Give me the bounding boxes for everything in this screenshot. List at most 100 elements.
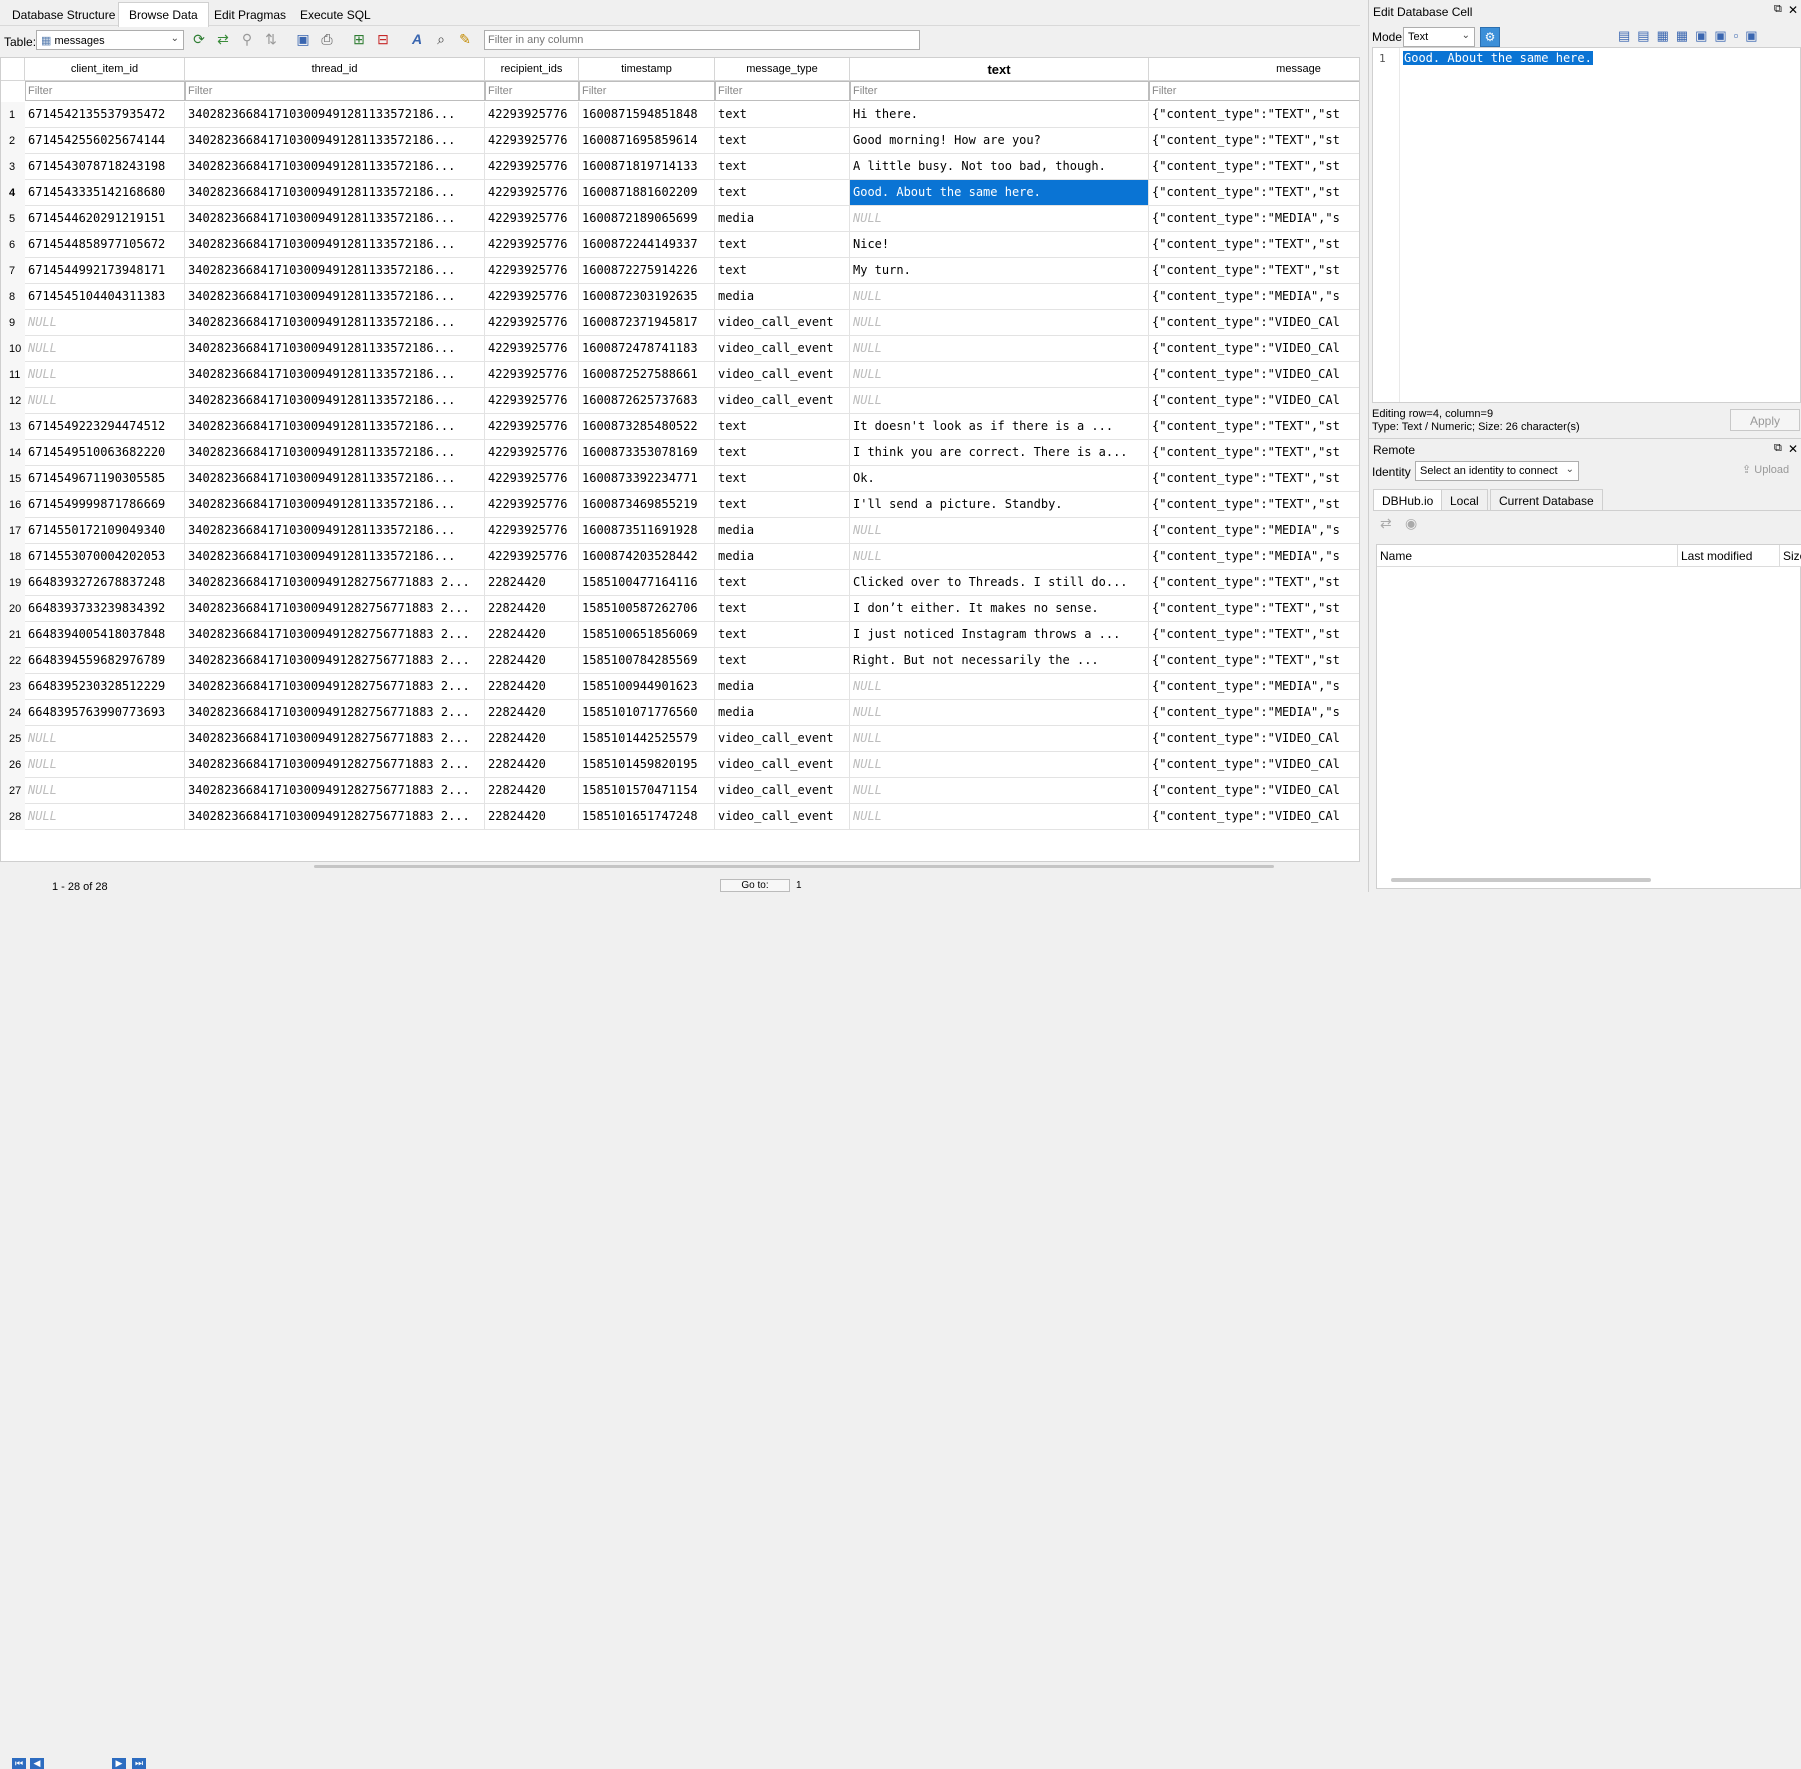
table-cell[interactable]: Clicked over to Threads. I still do...: [850, 570, 1149, 596]
table-cell[interactable]: 42293925776: [485, 232, 579, 258]
table-cell[interactable]: {"content_type":"MEDIA","s: [1149, 674, 1359, 700]
close-icon[interactable]: ✕: [1788, 3, 1798, 17]
table-cell[interactable]: 1585100651856069: [579, 622, 715, 648]
table-cell[interactable]: text: [715, 466, 850, 492]
table-cell[interactable]: I think you are correct. There is a...: [850, 440, 1149, 466]
previous-record-icon[interactable]: ◀: [30, 1758, 44, 1769]
column-header-message[interactable]: message: [1149, 58, 1359, 81]
row-number[interactable]: 23: [1, 674, 25, 700]
table-cell[interactable]: 1585101071776560: [579, 700, 715, 726]
table-cell[interactable]: 6714550172109049340: [25, 518, 185, 544]
delete-record-icon[interactable]: ⊟: [374, 30, 392, 48]
row-number[interactable]: 6: [1, 232, 25, 258]
table-cell[interactable]: 42293925776: [485, 206, 579, 232]
table-cell[interactable]: 6714549671190305585: [25, 466, 185, 492]
row-number[interactable]: 4: [1, 180, 25, 206]
table-cell[interactable]: 6714544858977105672: [25, 232, 185, 258]
table-cell[interactable]: text: [715, 492, 850, 518]
row-number[interactable]: 8: [1, 284, 25, 310]
row-number[interactable]: 22: [1, 648, 25, 674]
table-cell[interactable]: 22824420: [485, 700, 579, 726]
row-number[interactable]: 20: [1, 596, 25, 622]
row-number[interactable]: 13: [1, 414, 25, 440]
row-number[interactable]: 19: [1, 570, 25, 596]
filter-message[interactable]: Filter: [1149, 81, 1359, 101]
table-cell[interactable]: 1585101570471154: [579, 778, 715, 804]
column-header-client-item-id[interactable]: client_item_id: [25, 58, 185, 81]
table-cell[interactable]: Good. About the same here.: [850, 180, 1149, 206]
table-cell[interactable]: 22824420: [485, 648, 579, 674]
table-cell[interactable]: 42293925776: [485, 336, 579, 362]
table-cell[interactable]: video_call_event: [715, 336, 850, 362]
table-cell[interactable]: 3402823668417103009491281133572186...: [185, 258, 485, 284]
table-select[interactable]: ▦ messages ⌄: [36, 30, 184, 50]
column-header-last-modified[interactable]: Last modified: [1678, 545, 1780, 567]
table-cell[interactable]: {"content_type":"MEDIA","s: [1149, 206, 1359, 232]
table-cell[interactable]: 1585100477164116: [579, 570, 715, 596]
table-cell[interactable]: 42293925776: [485, 102, 579, 128]
table-cell[interactable]: 3402823668417103009491281133572186...: [185, 154, 485, 180]
table-cell[interactable]: 6648395230328512229: [25, 674, 185, 700]
table-cell[interactable]: 1585101651747248: [579, 804, 715, 830]
row-number[interactable]: 1: [1, 102, 25, 128]
identity-select[interactable]: Select an identity to connect ⌄: [1415, 461, 1579, 481]
table-cell[interactable]: 42293925776: [485, 180, 579, 206]
table-cell[interactable]: text: [715, 180, 850, 206]
table-cell[interactable]: {"content_type":"TEXT","st: [1149, 492, 1359, 518]
close-icon[interactable]: ✕: [1788, 442, 1798, 456]
tab-local[interactable]: Local: [1441, 489, 1488, 511]
table-cell[interactable]: text: [715, 128, 850, 154]
grid-horizontal-scrollbar[interactable]: [0, 862, 1360, 872]
table-cell[interactable]: text: [715, 622, 850, 648]
goto-input[interactable]: 1: [796, 880, 802, 891]
table-cell[interactable]: 1600873511691928: [579, 518, 715, 544]
table-cell[interactable]: A little busy. Not too bad, though.: [850, 154, 1149, 180]
tab-browse-data[interactable]: Browse Data: [118, 2, 209, 27]
table-cell[interactable]: 6648394559682976789: [25, 648, 185, 674]
font-icon[interactable]: A: [408, 30, 426, 48]
table-cell[interactable]: 42293925776: [485, 310, 579, 336]
table-cell[interactable]: NULL: [25, 310, 185, 336]
table-cell[interactable]: video_call_event: [715, 778, 850, 804]
table-cell[interactable]: NULL: [850, 284, 1149, 310]
insert-record-icon[interactable]: ⊞: [350, 30, 368, 48]
table-cell[interactable]: I don’t either. It makes no sense.: [850, 596, 1149, 622]
table-cell[interactable]: {"content_type":"TEXT","st: [1149, 466, 1359, 492]
table-cell[interactable]: 42293925776: [485, 128, 579, 154]
table-cell[interactable]: 22824420: [485, 596, 579, 622]
table-cell[interactable]: 22824420: [485, 752, 579, 778]
table-cell[interactable]: 42293925776: [485, 258, 579, 284]
table-cell[interactable]: 6648393272678837248: [25, 570, 185, 596]
cell-editor[interactable]: 1 Good. About the same here.: [1372, 47, 1801, 403]
scrollbar-thumb[interactable]: [314, 865, 1274, 868]
table-cell[interactable]: 42293925776: [485, 466, 579, 492]
table-cell[interactable]: text: [715, 232, 850, 258]
table-cell[interactable]: 1600871695859614: [579, 128, 715, 154]
table-cell[interactable]: video_call_event: [715, 310, 850, 336]
table-cell[interactable]: NULL: [850, 752, 1149, 778]
tab-edit-pragmas[interactable]: Edit Pragmas: [204, 3, 296, 26]
table-cell[interactable]: 1600873469855219: [579, 492, 715, 518]
table-cell[interactable]: 6714545104404311383: [25, 284, 185, 310]
table-cell[interactable]: 6648394005418037848: [25, 622, 185, 648]
table-cell[interactable]: NULL: [850, 206, 1149, 232]
table-cell[interactable]: 6714544992173948171: [25, 258, 185, 284]
print-icon[interactable]: ⎙: [318, 30, 336, 48]
table-cell[interactable]: {"content_type":"TEXT","st: [1149, 128, 1359, 154]
table-cell[interactable]: {"content_type":"VIDEO_CAl: [1149, 388, 1359, 414]
table-cell[interactable]: 42293925776: [485, 388, 579, 414]
table-cell[interactable]: 1600872303192635: [579, 284, 715, 310]
column-header-size[interactable]: Size: [1780, 545, 1801, 567]
table-cell[interactable]: NULL: [25, 362, 185, 388]
table-cell[interactable]: 1600872371945817: [579, 310, 715, 336]
column-header-thread-id[interactable]: thread_id: [185, 58, 485, 81]
goto-button[interactable]: Go to:: [720, 879, 790, 892]
table-cell[interactable]: text: [715, 258, 850, 284]
row-number[interactable]: 5: [1, 206, 25, 232]
row-number[interactable]: 9: [1, 310, 25, 336]
table-cell[interactable]: 3402823668417103009491282756771883 2...: [185, 648, 485, 674]
table-cell[interactable]: text: [715, 570, 850, 596]
first-record-icon[interactable]: ⏮: [12, 1758, 26, 1769]
table-cell[interactable]: text: [715, 102, 850, 128]
table-cell[interactable]: 42293925776: [485, 154, 579, 180]
